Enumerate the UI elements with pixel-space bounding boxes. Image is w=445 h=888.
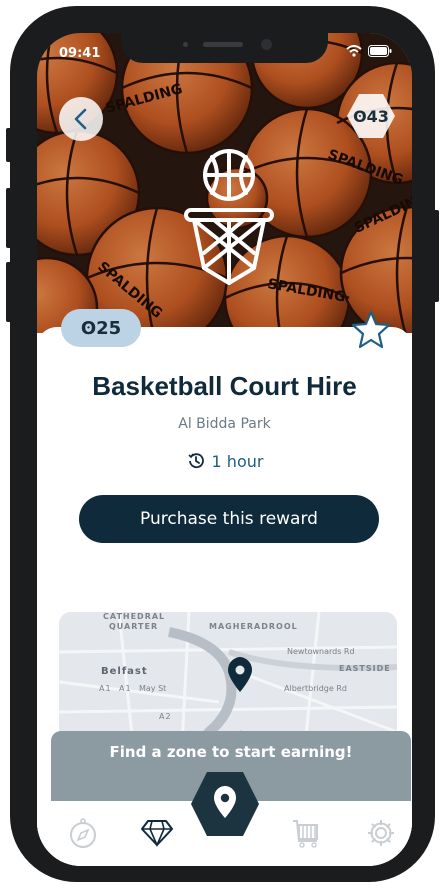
back-button[interactable] <box>59 97 103 141</box>
map-label-cathedral: CATHEDRAL <box>103 612 166 621</box>
power-button <box>433 210 439 302</box>
gear-icon <box>368 820 394 846</box>
zones-center-button[interactable] <box>189 768 261 840</box>
map-label-magheradrool: MAGHERADROOL <box>209 622 298 631</box>
tab-rewards[interactable] <box>139 815 175 851</box>
tab-settings[interactable] <box>363 815 399 851</box>
compass-icon <box>70 818 96 848</box>
map-label-albertbridge: Albertbridge Rd <box>284 684 347 693</box>
map-label-eastside: EASTSIDE <box>339 664 391 673</box>
cart-icon <box>293 820 318 848</box>
location-pin-icon <box>191 772 259 836</box>
clock-history-icon <box>187 453 204 469</box>
wifi-icon <box>346 45 362 57</box>
purchase-reward-button[interactable]: Purchase this reward <box>79 495 379 543</box>
map-label-may-st: May St <box>139 684 167 693</box>
battery-icon <box>368 45 392 57</box>
mute-switch <box>6 128 12 162</box>
basketball-hoop-icon <box>184 149 274 285</box>
points-balance-value: ʘ43 <box>353 106 389 126</box>
reward-cost-badge: ʘ25 <box>61 309 141 347</box>
map-label-a1: A1 <box>99 684 112 693</box>
points-balance-badge: ʘ43 <box>346 93 396 139</box>
volume-down-button <box>6 262 12 322</box>
map-label-a2: A2 <box>159 712 172 721</box>
status-icons <box>346 45 392 57</box>
tab-shop[interactable] <box>289 815 325 851</box>
favorite-star-icon[interactable] <box>351 309 391 349</box>
reward-duration-text: 1 hour <box>211 451 264 471</box>
status-time: 09:41 <box>59 46 101 61</box>
tab-explore[interactable] <box>65 815 101 851</box>
chevron-left-icon <box>74 108 87 130</box>
reward-title: Basketball Court Hire <box>92 371 357 401</box>
diamond-icon <box>141 820 173 847</box>
map-label-quarter: QUARTER <box>109 622 159 631</box>
reward-location: Al Bidda Park <box>178 416 271 432</box>
volume-up-button <box>6 188 12 248</box>
hero-image: SPALDING SPALDING SPALDING SPALDING SPAL… <box>37 33 412 333</box>
map-label-a1b: A1 <box>119 684 132 693</box>
reward-duration: 1 hour <box>37 451 412 471</box>
map-label-newtownards: Newtownards Rd <box>287 647 355 656</box>
phone-notch <box>121 33 328 63</box>
map-label-belfast: Belfast <box>101 666 148 677</box>
screen: SPALDING SPALDING SPALDING SPALDING SPAL… <box>37 33 412 866</box>
